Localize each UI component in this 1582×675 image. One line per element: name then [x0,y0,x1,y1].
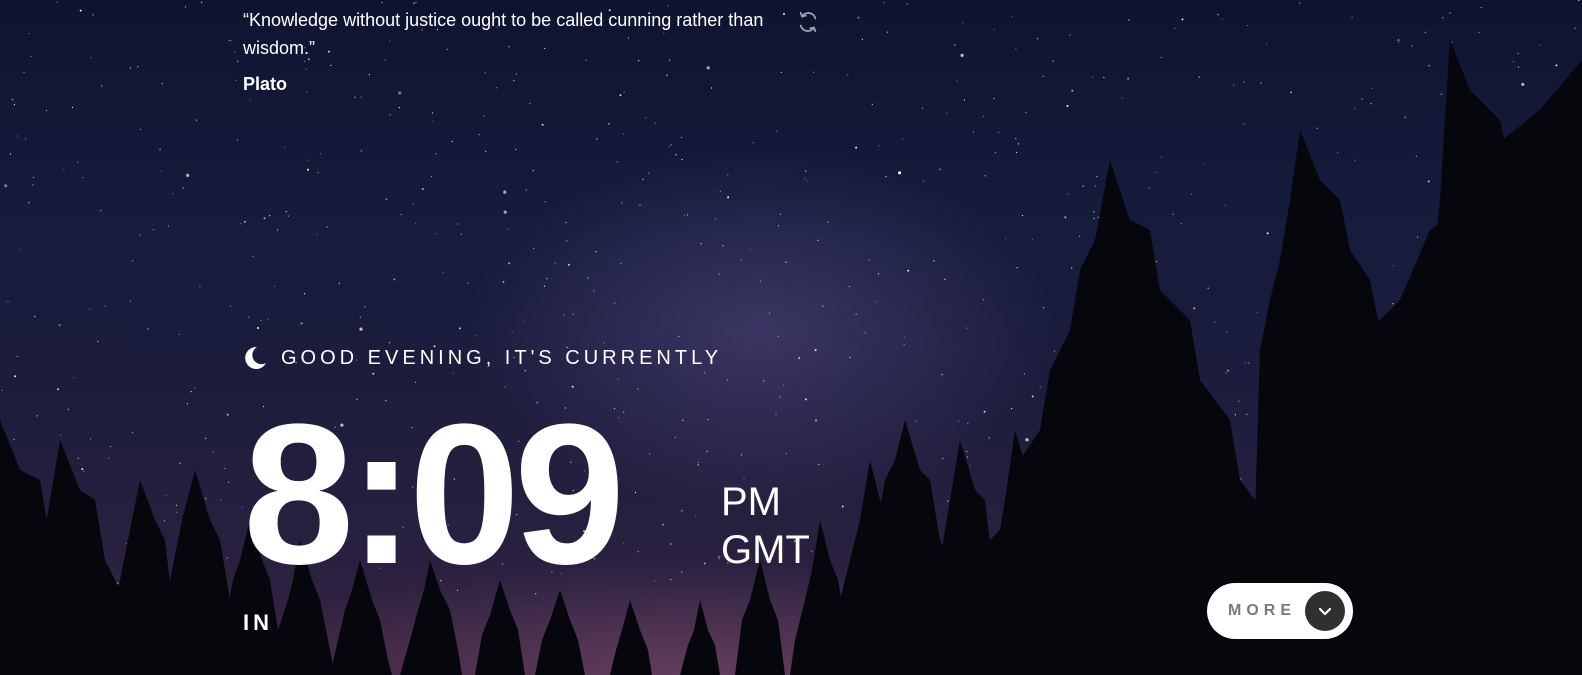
main-content: “Knowledge without justice ought to be c… [0,0,1582,675]
more-button-label: MORE [1228,602,1296,619]
greeting-text: GOOD EVENING, IT'S CURRENTLY [281,346,723,369]
moon-icon [243,346,267,370]
quote-block: “Knowledge without justice ought to be c… [243,6,783,95]
location-text: IN [243,610,273,635]
quote-text: “Knowledge without justice ought to be c… [243,10,764,58]
clock-meridiem: PM [721,480,781,524]
clock-timezone: GMT [721,528,810,572]
quote-author: Plato [243,74,288,94]
refresh-icon[interactable] [797,11,819,33]
greeting: GOOD EVENING, IT'S CURRENTLY [243,346,722,370]
clock-time: 8:09 [243,383,625,606]
more-button[interactable]: MORE [1207,583,1353,639]
chevron-down-icon [1305,591,1345,631]
